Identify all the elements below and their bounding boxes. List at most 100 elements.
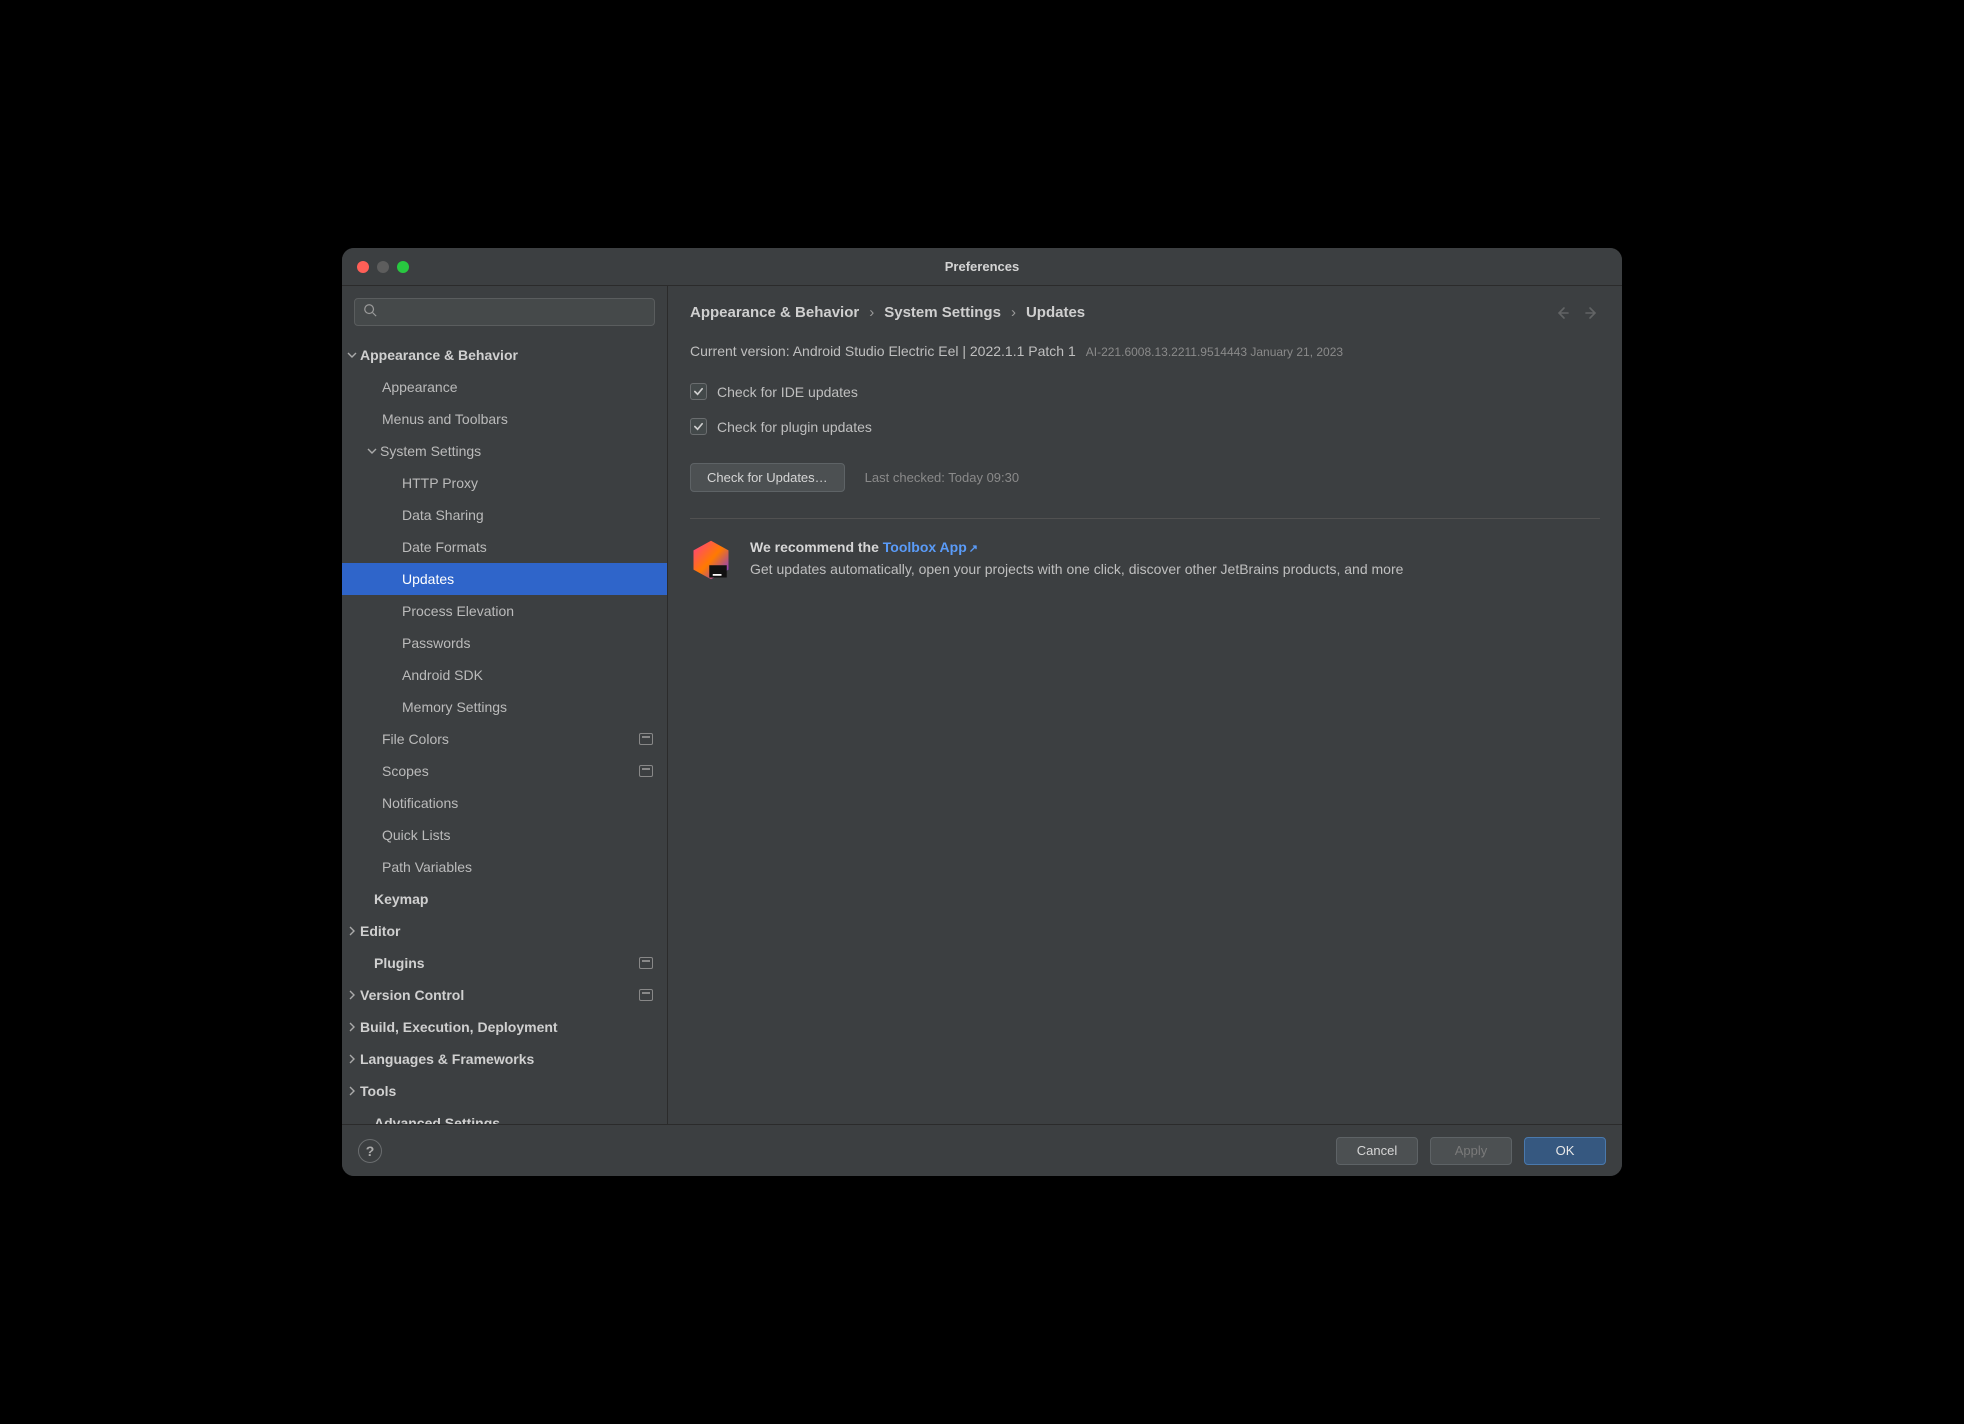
tree-item-label: Memory Settings <box>402 699 653 715</box>
cancel-button[interactable]: Cancel <box>1336 1137 1418 1165</box>
search-input[interactable] <box>383 305 646 320</box>
chevron-right-icon[interactable] <box>346 1086 358 1096</box>
breadcrumb-part-1[interactable]: Appearance & Behavior <box>690 304 859 321</box>
project-level-badge-icon <box>639 957 653 969</box>
window-body: Appearance & Behavior Appearance Menus and… <box>342 286 1622 1124</box>
tree-item-http-proxy[interactable]: HTTP Proxy <box>342 467 667 499</box>
external-link-icon: ↗ <box>969 543 978 555</box>
tree-item-label: Passwords <box>402 635 653 651</box>
tree-item-label: Process Elevation <box>402 603 653 619</box>
search-input-container[interactable] <box>354 298 655 326</box>
tree-item-label: Appearance <box>382 379 653 395</box>
tree-item-label: Updates <box>402 571 653 587</box>
check-plugin-updates-row[interactable]: Check for plugin updates <box>690 418 1600 435</box>
checkbox-checked-icon[interactable] <box>690 418 707 435</box>
check-ide-updates-row[interactable]: Check for IDE updates <box>690 383 1600 400</box>
help-button[interactable]: ? <box>358 1139 382 1163</box>
chevron-right-icon[interactable] <box>346 1054 358 1064</box>
tree-item-label: File Colors <box>382 731 639 747</box>
tree-item-data-sharing[interactable]: Data Sharing <box>342 499 667 531</box>
tree-item-label: Appearance & Behavior <box>360 347 653 363</box>
tree-item-label: Path Variables <box>382 859 653 875</box>
divider <box>690 518 1600 519</box>
chevron-down-icon[interactable] <box>366 446 378 456</box>
tree-item-label: Tools <box>360 1083 653 1099</box>
check-ide-updates-label: Check for IDE updates <box>717 384 858 400</box>
tree-item-languages-frameworks[interactable]: Languages & Frameworks <box>342 1043 667 1075</box>
toolbox-app-icon <box>690 539 732 581</box>
chevron-down-icon[interactable] <box>346 350 358 360</box>
tree-item-path-variables[interactable]: Path Variables <box>342 851 667 883</box>
chevron-right-icon[interactable] <box>346 1022 358 1032</box>
breadcrumb: Appearance & Behavior › System Settings … <box>690 304 1085 321</box>
breadcrumb-part-2[interactable]: System Settings <box>884 304 1001 321</box>
footer: ? Cancel Apply OK <box>342 1124 1622 1176</box>
tree-item-memory-settings[interactable]: Memory Settings <box>342 691 667 723</box>
tree-item-updates[interactable]: Updates <box>342 563 667 595</box>
tree-item-label: Version Control <box>360 987 639 1003</box>
sidebar: Appearance & Behavior Appearance Menus and… <box>342 286 668 1124</box>
tree-item-label: Scopes <box>382 763 639 779</box>
recommend-description: Get updates automatically, open your pro… <box>750 559 1403 581</box>
project-level-badge-icon <box>639 733 653 745</box>
tree-item-process-elevation[interactable]: Process Elevation <box>342 595 667 627</box>
toolbox-app-link[interactable]: Toolbox App <box>883 539 967 555</box>
chevron-right-icon[interactable] <box>346 926 358 936</box>
tree-item-label: Date Formats <box>402 539 653 555</box>
tree-item-label: Menus and Toolbars <box>382 411 653 427</box>
tree-item-label: System Settings <box>380 443 653 459</box>
tree-item-advanced-settings[interactable]: Advanced Settings <box>342 1107 667 1124</box>
check-for-updates-button[interactable]: Check for Updates… <box>690 463 845 492</box>
tree-item-passwords[interactable]: Passwords <box>342 627 667 659</box>
titlebar: Preferences <box>342 248 1622 286</box>
tree-item-label: Languages & Frameworks <box>360 1051 653 1067</box>
tree-item-label: Quick Lists <box>382 827 653 843</box>
nav-arrows <box>1554 305 1600 321</box>
apply-button[interactable]: Apply <box>1430 1137 1512 1165</box>
tree-item-label: Build, Execution, Deployment <box>360 1019 653 1035</box>
maximize-window-button[interactable] <box>397 261 409 273</box>
tree-item-label: Android SDK <box>402 667 653 683</box>
close-window-button[interactable] <box>357 261 369 273</box>
recommend-panel: We recommend the Toolbox App↗ Get update… <box>690 537 1600 581</box>
check-plugin-updates-label: Check for plugin updates <box>717 419 872 435</box>
settings-tree: Appearance & Behavior Appearance Menus and… <box>342 336 667 1124</box>
tree-item-label: Editor <box>360 923 653 939</box>
chevron-right-icon[interactable] <box>346 990 358 1000</box>
tree-item-plugins[interactable]: Plugins <box>342 947 667 979</box>
tree-item-version-control[interactable]: Version Control <box>342 979 667 1011</box>
tree-item-keymap[interactable]: Keymap <box>342 883 667 915</box>
tree-item-label: HTTP Proxy <box>402 475 653 491</box>
recommend-headline: We recommend the Toolbox App↗ <box>750 537 1403 559</box>
tree-item-label: Notifications <box>382 795 653 811</box>
tree-item-build-execution-deployment[interactable]: Build, Execution, Deployment <box>342 1011 667 1043</box>
tree-item-appearance-behavior[interactable]: Appearance & Behavior <box>342 339 667 371</box>
checkbox-checked-icon[interactable] <box>690 383 707 400</box>
ok-button[interactable]: OK <box>1524 1137 1606 1165</box>
tree-item-editor[interactable]: Editor <box>342 915 667 947</box>
tree-item-menus-and-toolbars[interactable]: Menus and Toolbars <box>342 403 667 435</box>
preferences-window: Preferences Appearance & BehaviorAppeara… <box>342 248 1622 1176</box>
version-row: Current version: Android Studio Electric… <box>690 343 1600 359</box>
back-arrow-icon[interactable] <box>1554 305 1570 321</box>
tree-item-notifications[interactable]: Notifications <box>342 787 667 819</box>
forward-arrow-icon[interactable] <box>1584 305 1600 321</box>
last-checked-label: Last checked: Today 09:30 <box>865 470 1019 485</box>
tree-item-system-settings[interactable]: System Settings <box>342 435 667 467</box>
minimize-window-button[interactable] <box>377 261 389 273</box>
tree-item-label: Plugins <box>374 955 639 971</box>
current-version-label: Current version: Android Studio Electric… <box>690 343 1076 359</box>
tree-item-file-colors[interactable]: File Colors <box>342 723 667 755</box>
tree-item-quick-lists[interactable]: Quick Lists <box>342 819 667 851</box>
breadcrumb-part-3: Updates <box>1026 304 1085 321</box>
window-title: Preferences <box>342 259 1622 274</box>
project-level-badge-icon <box>639 989 653 1001</box>
tree-item-tools[interactable]: Tools <box>342 1075 667 1107</box>
tree-item-android-sdk[interactable]: Android SDK <box>342 659 667 691</box>
tree-item-appearance[interactable]: Appearance <box>342 371 667 403</box>
chevron-right-icon: › <box>1011 304 1016 321</box>
project-level-badge-icon <box>639 765 653 777</box>
chevron-right-icon: › <box>869 304 874 321</box>
tree-item-date-formats[interactable]: Date Formats <box>342 531 667 563</box>
tree-item-scopes[interactable]: Scopes <box>342 755 667 787</box>
